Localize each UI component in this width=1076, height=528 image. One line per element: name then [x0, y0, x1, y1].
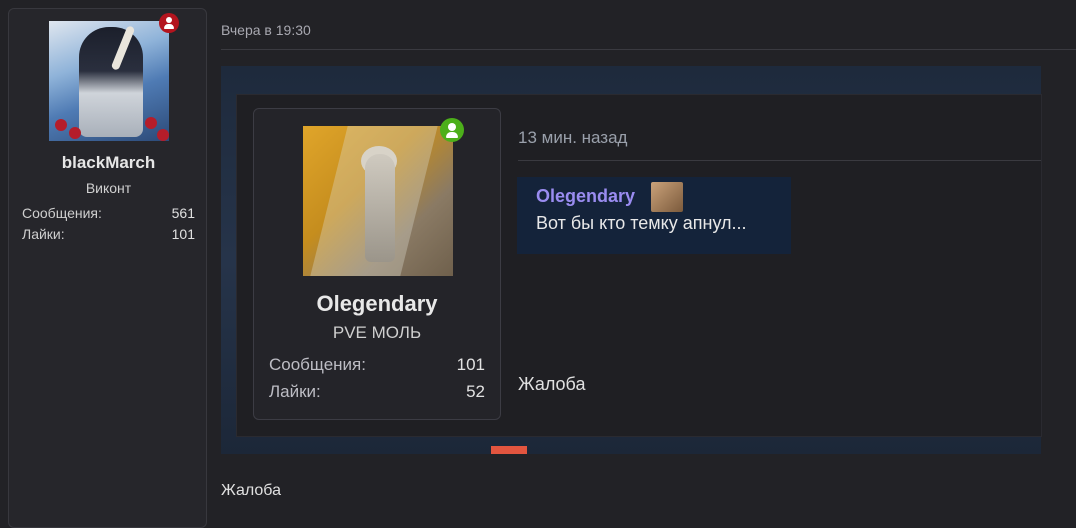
embedded-user-title: PVE МОЛЬ [332, 323, 422, 342]
avatar-cat-body [365, 154, 395, 262]
embedded-user-card: Olegendary PVE МОЛЬ Сообщения: 101 Лайки… [253, 108, 501, 420]
author-username[interactable]: blackMarch [9, 153, 208, 173]
embedded-divider [518, 160, 1041, 161]
quote-username: Olegendary [536, 186, 636, 206]
stat-value: 101 [456, 355, 485, 374]
stat-label: Лайки: [22, 226, 65, 242]
stat-value: 101 [171, 226, 195, 242]
post-divider [221, 49, 1076, 50]
post-date[interactable]: Вчера в 19:30 [221, 22, 311, 38]
embedded-stat-likes: Лайки: 52 [269, 382, 485, 402]
quote-text: Вот бы кто темку апнул... [536, 213, 747, 233]
stat-value: 561 [171, 205, 195, 221]
embedded-stat-messages: Сообщения: 101 [269, 355, 485, 375]
avatar-rose [55, 119, 67, 131]
quote-avatar-icon [651, 182, 683, 212]
author-title: Виконт [85, 180, 132, 196]
offline-status-icon [159, 13, 179, 33]
author-stat-likes: Лайки: 101 [22, 226, 195, 242]
stat-label: Сообщения: [269, 355, 366, 374]
author-panel: blackMarch Виконт Сообщения: 561 Лайки: … [8, 8, 207, 528]
avatar-rose [157, 129, 169, 141]
stat-value: 52 [466, 382, 485, 401]
stat-label: Сообщения: [22, 205, 102, 221]
embedded-quote: Olegendary Вот бы кто темку апнул... [517, 177, 791, 254]
avatar-rose [69, 127, 81, 139]
avatar-rose [145, 117, 157, 129]
avatar-figure [79, 27, 143, 137]
embedded-user-avatar[interactable] [303, 126, 453, 276]
online-status-icon [440, 118, 464, 142]
report-link[interactable]: Жалоба [221, 482, 281, 500]
author-stat-messages: Сообщения: 561 [22, 205, 195, 221]
embedded-username[interactable]: Olegendary [254, 291, 500, 317]
stat-label: Лайки: [269, 382, 321, 401]
author-avatar[interactable] [49, 21, 169, 141]
embedded-report-link: Жалоба [518, 374, 586, 394]
embed-accent [491, 446, 527, 454]
embedded-post-time: 13 мин. назад [518, 128, 628, 147]
